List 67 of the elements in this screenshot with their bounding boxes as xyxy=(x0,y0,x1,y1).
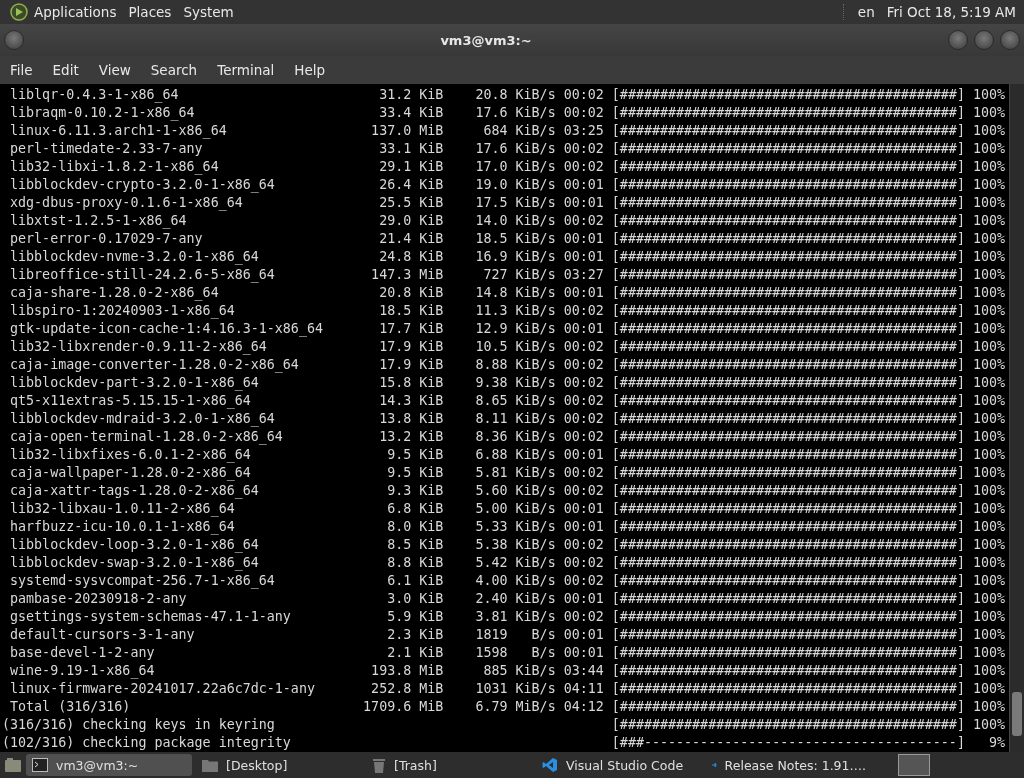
terminal-line: caja-wallpaper-1.28.0-2-x86_64 9.5 KiB 5.81 KiB/s 00:02 [##########################################] 100% xyxy=(9,464,1006,482)
terminal-line: liblqr-0.4.3-1-x86_64 31.2 KiB 20.8 KiB/s 00:02 [##########################################] 100% xyxy=(9,86,1006,104)
panel-menu[interactable]: Places xyxy=(128,4,172,20)
terminal-line: lib32-libxfixes-6.0.1-2-x86_64 9.5 KiB 6.88 KiB/s 00:01 [##########################################] 100% xyxy=(9,446,1006,464)
show-desktop-icon[interactable] xyxy=(4,757,22,773)
workspace-switcher[interactable] xyxy=(898,754,930,776)
close-button[interactable] xyxy=(1000,30,1020,50)
terminal-line: caja-xattr-tags-1.28.0-2-x86_64 9.3 KiB 5.60 KiB/s 00:02 [##########################################] 100% xyxy=(9,482,1006,500)
terminal-line: libblockdev-crypto-3.2.0-1-x86_64 26.4 KiB 19.0 KiB/s 00:01 [##########################################] 100% xyxy=(9,176,1006,194)
taskbar-button[interactable]: [Trash] xyxy=(366,754,532,776)
terminal-line: harfbuzz-icu-10.0.1-1-x86_64 8.0 KiB 5.33 KiB/s 00:01 [##########################################] 100% xyxy=(9,518,1006,536)
terminal-line: libblockdev-nvme-3.2.0-1-x86_64 24.8 KiB 16.9 KiB/s 00:01 [##########################################] 100% xyxy=(9,248,1006,266)
window-title: vm3@vm3:~ xyxy=(439,32,533,48)
menu-item[interactable]: Help xyxy=(284,60,336,80)
terminal-line: (102/316) checking package integrity [###---------------------------------------] 9% xyxy=(2,734,1006,752)
terminal-line: lib32-libxrender-0.9.11-2-x86_64 17.9 KiB 10.5 KiB/s 00:02 [##########################################] 100% xyxy=(9,338,1006,356)
terminal-line: pambase-20230918-2-any 3.0 KiB 2.40 KiB/s 00:01 [##########################################] 100% xyxy=(9,590,1006,608)
minimize-button[interactable] xyxy=(948,30,968,50)
terminal-line: libblockdev-mdraid-3.2.0-1-x86_64 13.8 KiB 8.11 KiB/s 00:02 [##########################################] 100% xyxy=(9,410,1006,428)
code-editor-icon xyxy=(542,757,558,773)
folder-icon xyxy=(202,758,218,772)
terminal-line: (316/316) checking keys in keyring [##########################################] 100% xyxy=(2,716,1006,734)
taskbar-button[interactable]: Visual Studio Code xyxy=(536,754,702,776)
menu-item[interactable]: Terminal xyxy=(207,60,285,80)
terminal-line: libblockdev-swap-3.2.0-1-x86_64 8.8 KiB 5.42 KiB/s 00:02 [##########################################] 100% xyxy=(9,554,1006,572)
terminal-line: xdg-dbus-proxy-0.1.6-1-x86_64 25.5 KiB 17.5 KiB/s 00:01 [##########################################] 100% xyxy=(9,194,1006,212)
terminal-line: linux-6.11.3.arch1-1-x86_64 137.0 MiB 684 KiB/s 03:25 [##########################################] 100% xyxy=(9,122,1006,140)
terminal-line: perl-error-0.17029-7-any 21.4 KiB 18.5 KiB/s 00:01 [##########################################] 100% xyxy=(9,230,1006,248)
terminal-line: libblockdev-loop-3.2.0-1-x86_64 8.5 KiB 5.38 KiB/s 00:02 [##########################################] 100% xyxy=(9,536,1006,554)
terminal-line: linux-firmware-20241017.22a6c7dc-1-any 252.8 MiB 1031 KiB/s 04:11 [##########################################] 100% xyxy=(9,680,1006,698)
taskbar-button[interactable]: vm3@vm3:~ xyxy=(26,754,192,776)
clock[interactable]: Fri Oct 18, 5:19 AM xyxy=(886,4,1016,20)
panel-menu[interactable]: System xyxy=(183,4,234,20)
scrollbar[interactable] xyxy=(1009,84,1024,752)
menu-item[interactable]: View xyxy=(88,60,141,80)
terminal-line: qt5-x11extras-5.15.15-1-x86_64 14.3 KiB 8.65 KiB/s 00:02 [##########################################] 100% xyxy=(9,392,1006,410)
terminal-line: caja-image-converter-1.28.0-2-x86_64 17.9 KiB 8.88 KiB/s 00:02 [##########################################] 100% xyxy=(9,356,1006,374)
terminal-line: libraqm-0.10.2-1-x86_64 33.4 KiB 17.6 KiB/s 00:02 [##########################################] 100% xyxy=(9,104,1006,122)
panel-menu[interactable]: Applications xyxy=(34,4,117,20)
menu-item[interactable]: File xyxy=(0,60,43,80)
terminal-line: lib32-libxau-1.0.11-2-x86_64 6.8 KiB 5.00 KiB/s 00:01 [##########################################] 100% xyxy=(9,500,1006,518)
terminal-line: libxtst-1.2.5-1-x86_64 29.0 KiB 14.0 KiB/s 00:02 [##########################################] 100% xyxy=(9,212,1006,230)
maximize-button[interactable] xyxy=(974,30,994,50)
terminal-line: caja-open-terminal-1.28.0-2-x86_64 13.2 KiB 8.36 KiB/s 00:02 [##########################################] 100% xyxy=(9,428,1006,446)
scrollbar-thumb[interactable] xyxy=(1012,692,1022,736)
window-menu-button[interactable] xyxy=(4,30,24,50)
terminal-line: libblockdev-part-3.2.0-1-x86_64 15.8 KiB 9.38 KiB/s 00:02 [##########################################] 100% xyxy=(9,374,1006,392)
terminal-line: Total (316/316) 1709.6 MiB 6.79 MiB/s 04:12 [##########################################] 100% xyxy=(9,698,1006,716)
terminal-line: perl-timedate-2.33-7-any 33.1 KiB 17.6 KiB/s 00:02 [##########################################] 100% xyxy=(9,140,1006,158)
keyboard-layout[interactable]: en xyxy=(842,4,875,20)
distro-logo-icon[interactable] xyxy=(10,3,28,21)
terminal-line: gtk-update-icon-cache-1:4.16.3-1-x86_64 17.7 KiB 12.9 KiB/s 00:01 [##########################################] 100% xyxy=(9,320,1006,338)
terminal-line: caja-share-1.28.0-2-x86_64 20.8 KiB 14.8 KiB/s 00:01 [##########################################] 100% xyxy=(9,284,1006,302)
terminal-line: libspiro-1:20240903-1-x86_64 18.5 KiB 11.3 KiB/s 00:02 [##########################################] 100% xyxy=(9,302,1006,320)
terminal-icon xyxy=(32,758,48,772)
taskbar-button[interactable]: [Desktop] xyxy=(196,754,362,776)
trash-icon xyxy=(372,757,386,773)
terminal-line: systemd-sysvcompat-256.7-1-x86_64 6.1 KiB 4.00 KiB/s 00:02 [##########################################] 100% xyxy=(9,572,1006,590)
terminal-line: default-cursors-3-1-any 2.3 KiB 1819 B/s 00:01 [##########################################] 100% xyxy=(9,626,1006,644)
terminal-line: lib32-libxi-1.8.2-1-x86_64 29.1 KiB 17.0 KiB/s 00:02 [##########################################] 100% xyxy=(9,158,1006,176)
taskbar-button[interactable]: Release Notes: 1.91…. xyxy=(706,754,872,776)
menu-item[interactable]: Edit xyxy=(42,60,89,80)
terminal-line: gsettings-system-schemas-47.1-1-any 5.9 KiB 3.81 KiB/s 00:02 [##########################################] 100% xyxy=(9,608,1006,626)
menu-item[interactable]: Search xyxy=(140,60,208,80)
terminal-line: base-devel-1-2-any 2.1 KiB 1598 B/s 00:01 [##########################################] 100% xyxy=(9,644,1006,662)
terminal-line: libreoffice-still-24.2.6-5-x86_64 147.3 MiB 727 KiB/s 03:27 [##########################################] 100% xyxy=(9,266,1006,284)
terminal-line: wine-9.19-1-x86_64 193.8 MiB 885 KiB/s 03:44 [##########################################] 100% xyxy=(9,662,1006,680)
